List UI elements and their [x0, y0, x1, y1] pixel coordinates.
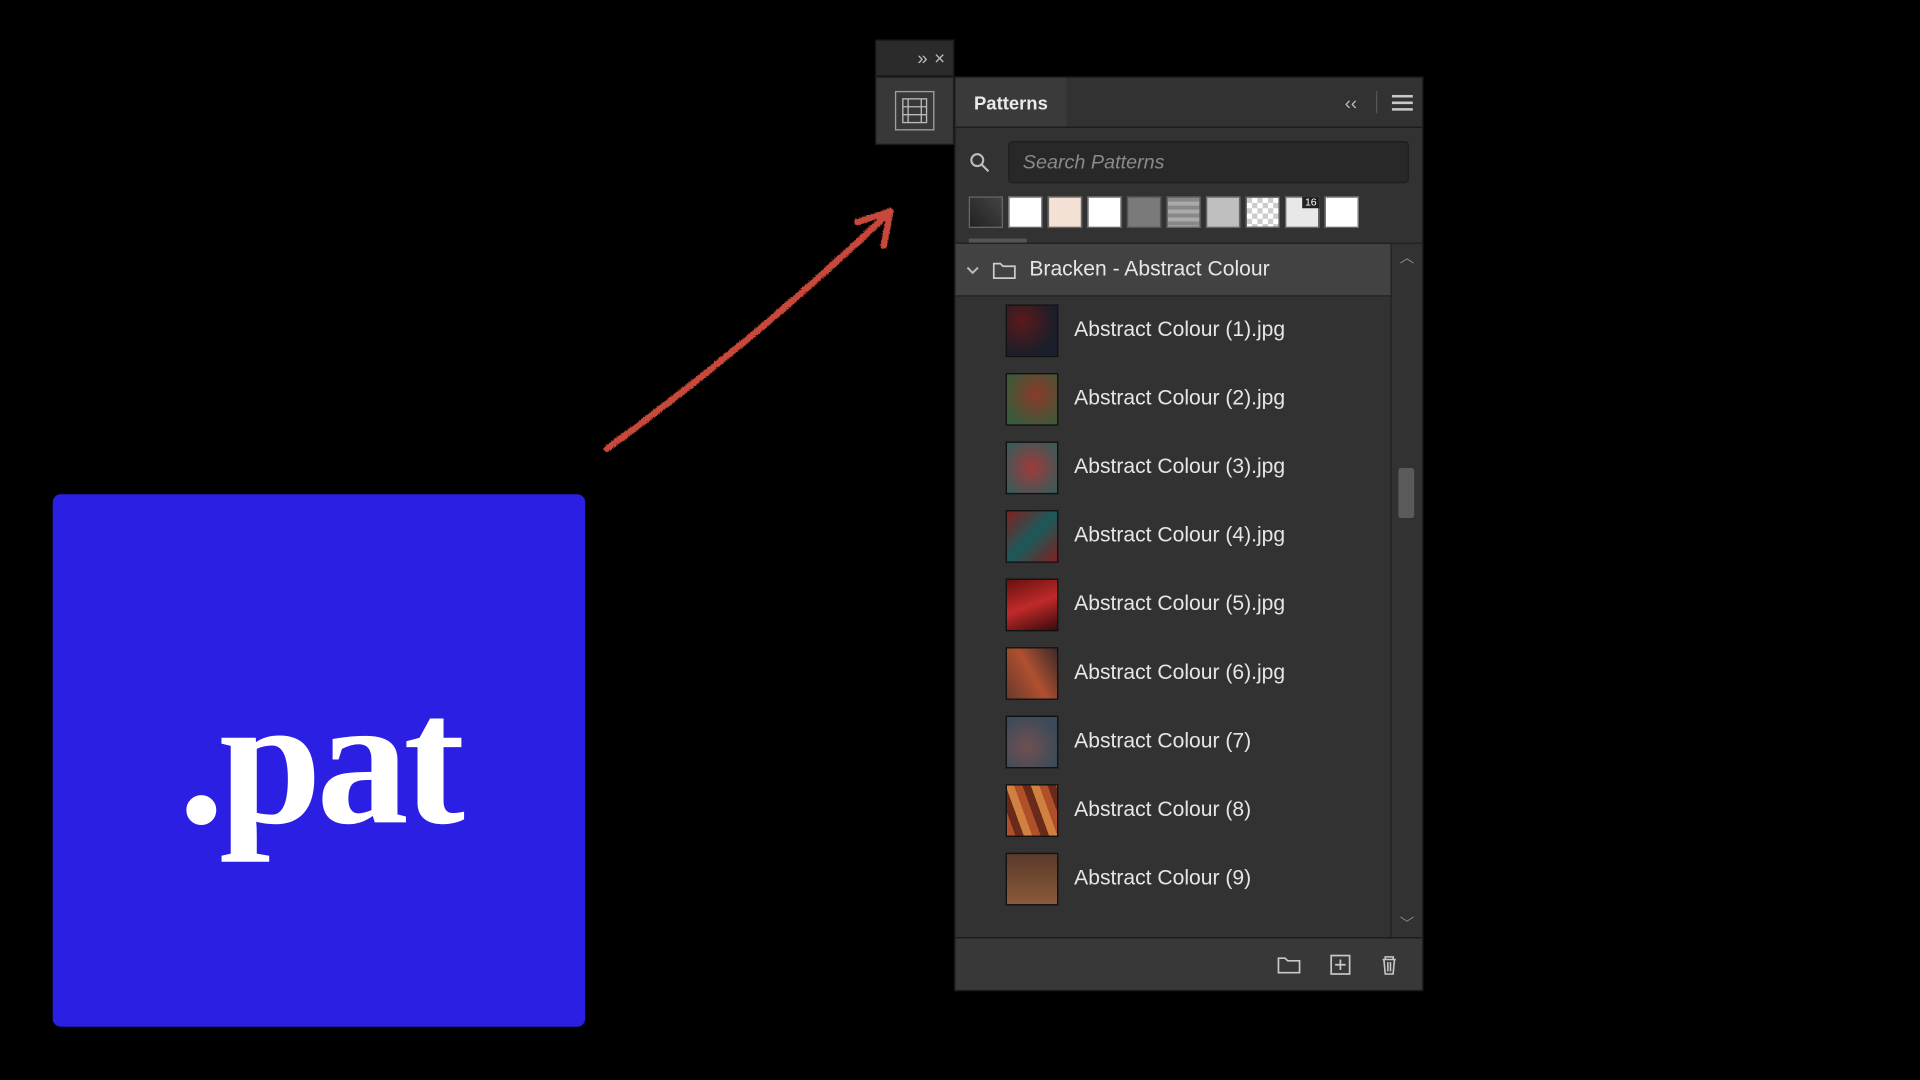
pat-file-extension: .pat: [178, 654, 459, 866]
scroll-thumb[interactable]: [1398, 468, 1414, 518]
pattern-item[interactable]: Abstract Colour (9): [956, 845, 1391, 914]
panel-menu-icon[interactable]: [1383, 78, 1423, 127]
search-icon: [969, 152, 998, 173]
pattern-item-label: Abstract Colour (3).jpg: [1074, 456, 1285, 480]
pattern-item[interactable]: Abstract Colour (6).jpg: [956, 639, 1391, 708]
pat-file-icon: .pat: [53, 494, 585, 1026]
panel-dock-bar: » ×: [875, 40, 954, 77]
recent-swatch[interactable]: [1246, 196, 1280, 228]
pattern-item[interactable]: Abstract Colour (4).jpg: [956, 502, 1391, 571]
pattern-item[interactable]: Abstract Colour (5).jpg: [956, 571, 1391, 640]
recent-swatch[interactable]: [1087, 196, 1121, 228]
patterns-dock-icon: [895, 91, 935, 131]
recent-swatch[interactable]: [1127, 196, 1161, 228]
recent-swatch[interactable]: [969, 196, 1003, 228]
pattern-thumbnail: [1006, 579, 1059, 632]
pattern-thumbnail: [1006, 853, 1059, 906]
close-panel-group-icon[interactable]: ×: [934, 47, 945, 68]
recent-patterns-row: [956, 191, 1423, 238]
patterns-panel: Patterns ‹‹: [954, 76, 1423, 991]
chevron-down-icon: [966, 263, 979, 276]
panel-footer: [956, 937, 1423, 990]
pattern-item-label: Abstract Colour (2).jpg: [1074, 387, 1285, 411]
pattern-thumbnail: [1006, 442, 1059, 495]
pattern-item-label: Abstract Colour (7): [1074, 730, 1251, 754]
recent-swatch[interactable]: [1008, 196, 1042, 228]
pattern-item-label: Abstract Colour (9): [1074, 867, 1251, 891]
collapsed-panel-button[interactable]: [875, 76, 954, 145]
recent-swatch[interactable]: [1048, 196, 1082, 228]
pattern-thumbnail: [1006, 647, 1059, 700]
scroll-down-icon[interactable]: ﹀: [1392, 911, 1422, 937]
new-pattern-button[interactable]: [1330, 954, 1351, 975]
search-input[interactable]: [1008, 141, 1409, 183]
pattern-item-label: Abstract Colour (6).jpg: [1074, 662, 1285, 686]
pattern-thumbnail: [1006, 784, 1059, 837]
pattern-item-label: Abstract Colour (8): [1074, 799, 1251, 823]
pattern-item-label: Abstract Colour (4).jpg: [1074, 525, 1285, 549]
annotation-arrow: [593, 185, 923, 462]
collapse-panel-icon[interactable]: ‹‹: [1331, 78, 1371, 127]
search-row: [956, 128, 1423, 191]
pattern-thumbnail: [1006, 716, 1059, 769]
pattern-item-label: Abstract Colour (5).jpg: [1074, 593, 1285, 617]
pattern-list: Bracken - Abstract Colour Abstract Colou…: [956, 244, 1391, 937]
pattern-thumbnail: [1006, 373, 1059, 426]
header-divider: [1376, 91, 1377, 113]
recent-swatch[interactable]: [1166, 196, 1200, 228]
pattern-item[interactable]: Abstract Colour (7): [956, 708, 1391, 777]
pattern-list-container: Bracken - Abstract Colour Abstract Colou…: [956, 243, 1423, 938]
recent-swatch[interactable]: [1285, 196, 1319, 228]
scrollbar[interactable]: ︿ ﹀: [1390, 244, 1422, 937]
recent-swatch[interactable]: [1206, 196, 1240, 228]
panel-tab-patterns[interactable]: Patterns: [956, 78, 1067, 127]
recent-swatch[interactable]: [1325, 196, 1359, 228]
scroll-up-icon[interactable]: ︿: [1392, 244, 1422, 270]
panel-title: Patterns: [974, 92, 1048, 113]
pattern-folder[interactable]: Bracken - Abstract Colour: [956, 244, 1391, 297]
expand-panels-icon[interactable]: »: [917, 47, 923, 68]
pattern-item[interactable]: Abstract Colour (8): [956, 776, 1391, 845]
pattern-item[interactable]: Abstract Colour (3).jpg: [956, 434, 1391, 503]
delete-button[interactable]: [1380, 954, 1398, 975]
folder-icon: [992, 260, 1016, 278]
pattern-item[interactable]: Abstract Colour (1).jpg: [956, 297, 1391, 366]
new-group-button[interactable]: [1277, 955, 1301, 973]
panel-header: Patterns ‹‹: [956, 78, 1423, 128]
pattern-item-label: Abstract Colour (1).jpg: [1074, 319, 1285, 343]
folder-name: Bracken - Abstract Colour: [1029, 258, 1269, 282]
pattern-thumbnail: [1006, 510, 1059, 563]
pattern-item[interactable]: Abstract Colour (2).jpg: [956, 365, 1391, 434]
pattern-thumbnail: [1006, 304, 1059, 357]
